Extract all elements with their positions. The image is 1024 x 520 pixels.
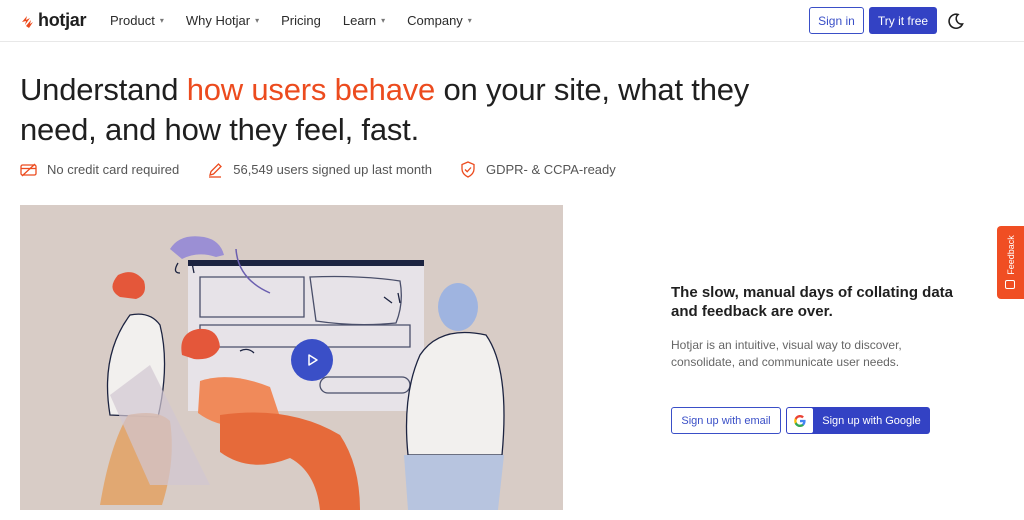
hotjar-flame-icon [22,15,33,28]
sign-up-email-button[interactable]: Sign up with email [671,407,781,434]
hero-video-illustration[interactable] [20,205,563,510]
chevron-down-icon: ▾ [159,16,164,25]
perks-row: No credit card required 56,549 users sig… [20,161,644,178]
nav-links: Product ▾ Why Hotjar ▾ Pricing Learn ▾ Comp… [110,13,494,28]
top-nav: hotjar Product ▾ Why Hotjar ▾ Pricing Lear… [0,0,1024,42]
nav-item-product[interactable]: Product ▾ [110,13,164,28]
play-video-button[interactable] [291,339,333,381]
nav-item-learn[interactable]: Learn ▾ [343,13,385,28]
sign-up-google-button[interactable]: Sign up with Google [786,407,930,434]
perk-signups: 56,549 users signed up last month [207,162,432,178]
nav-item-company[interactable]: Company ▾ [407,13,472,28]
perk-gdpr: GDPR- & CCPA-ready [460,161,616,178]
credit-card-icon [20,163,37,176]
chevron-down-icon: ▾ [255,16,260,25]
chevron-down-icon: ▾ [467,16,472,25]
page-title: Understand how users behave on your site… [20,72,750,147]
try-it-free-button[interactable]: Try it free [869,7,937,34]
perk-no-credit-card: No credit card required [20,162,179,177]
description: Hotjar is an intuitive, visual way to di… [671,338,902,369]
chevron-down-icon: ▾ [381,16,386,25]
google-icon [787,408,813,433]
sign-in-button[interactable]: Sign in [809,7,864,34]
feedback-tab[interactable]: Feedback [997,226,1024,299]
play-icon [308,354,318,366]
nav-item-why-hotjar[interactable]: Why Hotjar ▾ [186,13,259,28]
headline-accent: how users behave [186,72,436,107]
hotjar-logo[interactable]: hotjar [20,10,87,31]
feedback-label: Feedback [1005,235,1016,275]
tagline: The slow, manual days of collating data … [671,284,953,320]
pencil-icon [209,162,223,178]
nav-item-pricing[interactable]: Pricing [281,13,321,28]
google-button-label: Sign up with Google [822,414,921,427]
shield-check-icon [461,161,475,178]
logo-text: hotjar [38,10,87,30]
feedback-icon [1005,280,1015,289]
moon-icon[interactable] [947,12,965,30]
